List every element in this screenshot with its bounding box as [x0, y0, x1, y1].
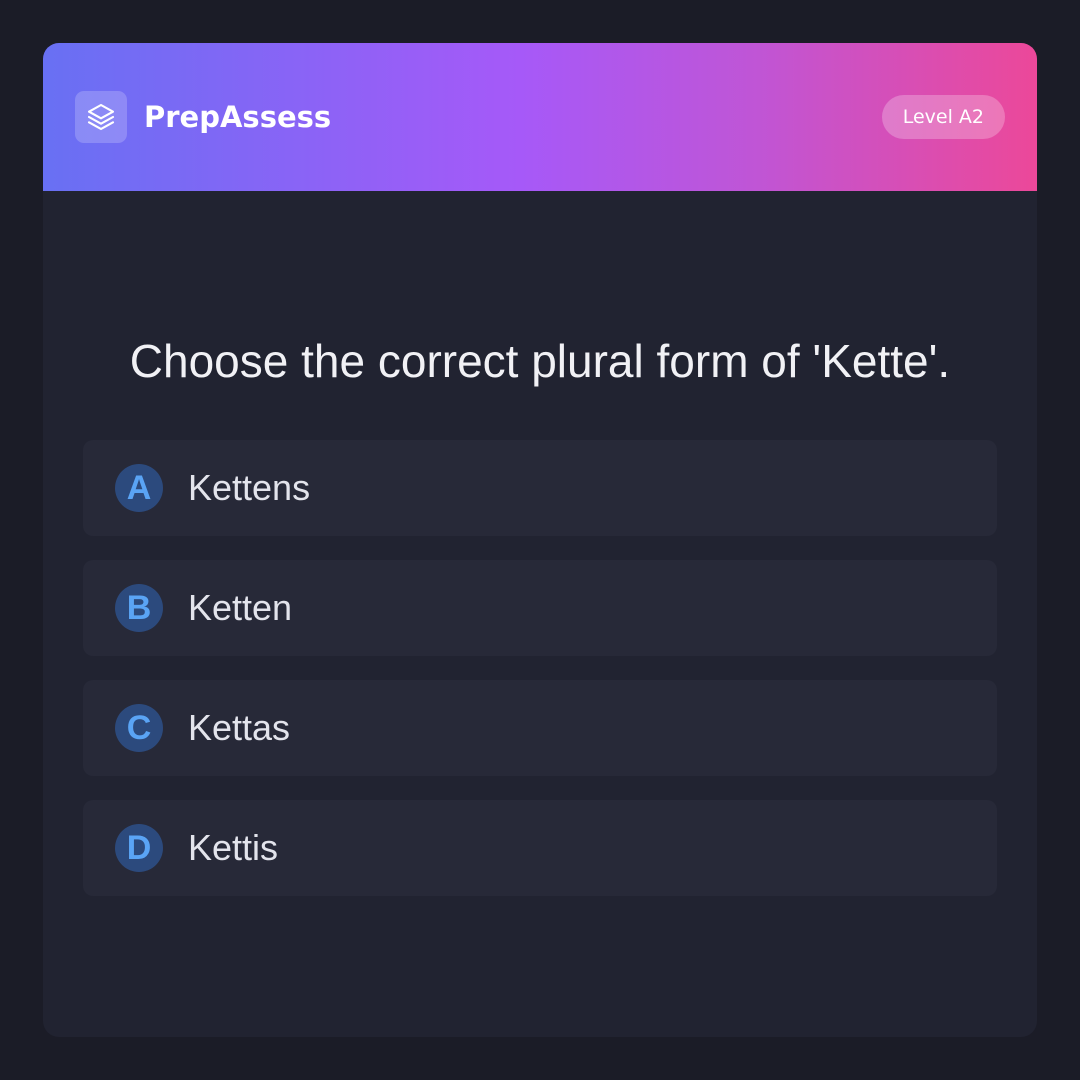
option-text: Kettas: [188, 707, 291, 748]
option-text: Kettens: [188, 467, 311, 508]
option-letter-badge: B: [115, 584, 163, 632]
option-letter-badge: D: [115, 824, 163, 872]
question-text: Choose the correct plural form of 'Kette…: [129, 335, 951, 387]
level-badge: Level A2: [881, 95, 1005, 139]
answer-options: A Kettens B Ketten C Kettas D Kettis: [83, 440, 997, 920]
brand-title: PrepAssess: [144, 100, 332, 134]
layers-icon: [75, 91, 127, 143]
option-letter-badge: A: [115, 464, 163, 512]
header-bar: PrepAssess Level A2: [43, 43, 1037, 191]
answer-option-d[interactable]: D Kettis: [83, 800, 997, 896]
answer-option-b[interactable]: B Ketten: [83, 560, 997, 656]
option-text: Ketten: [188, 587, 293, 628]
option-text: Kettis: [188, 827, 279, 868]
option-letter-badge: C: [115, 704, 163, 752]
answer-option-a[interactable]: A Kettens: [83, 440, 997, 536]
answer-option-c[interactable]: C Kettas: [83, 680, 997, 776]
quiz-card: PrepAssess Level A2 Choose the correct p…: [43, 43, 1037, 1037]
